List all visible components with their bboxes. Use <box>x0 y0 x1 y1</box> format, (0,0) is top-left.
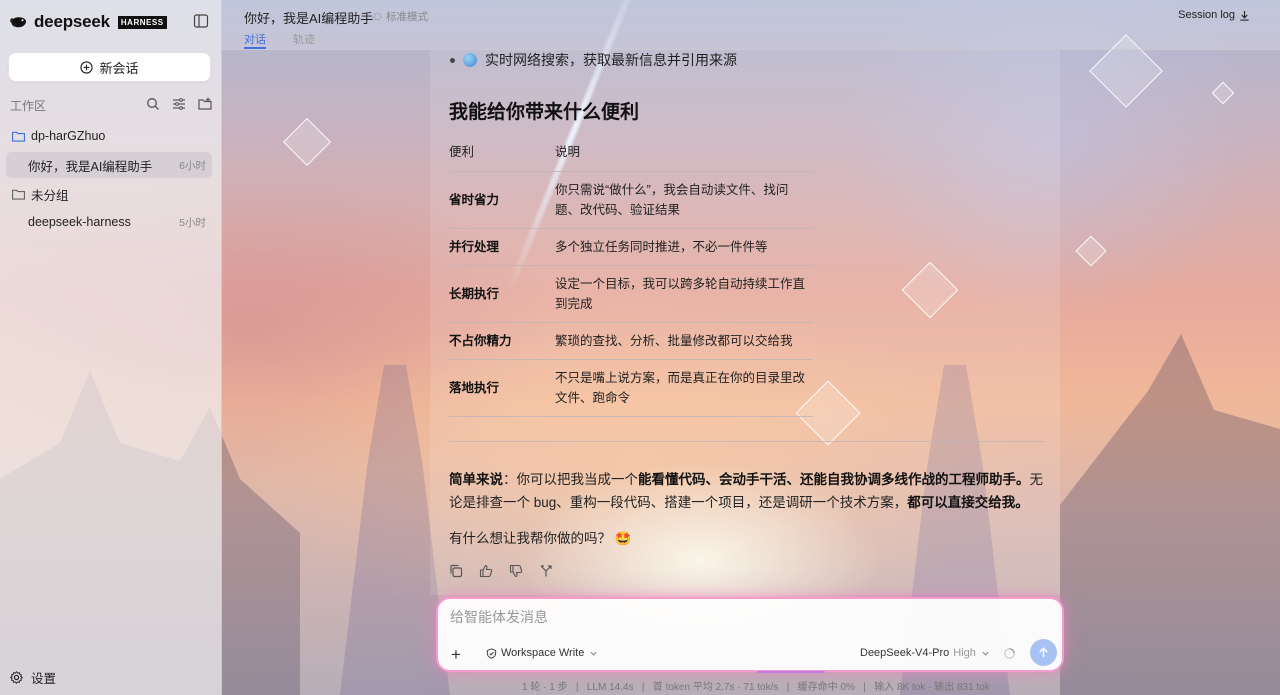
thumbs-down-icon[interactable] <box>509 564 523 578</box>
send-button[interactable] <box>1030 639 1057 666</box>
tree-time: 5小时 <box>179 216 206 229</box>
tree-chat-harness[interactable]: deepseek-harness 5小时 <box>6 209 212 235</box>
tree-folder-project[interactable]: dp-harGZhuo <box>6 123 212 149</box>
divider <box>449 441 1044 442</box>
download-icon <box>1240 10 1249 21</box>
workspace-header: 工作区 <box>10 97 212 113</box>
message-input[interactable] <box>450 609 1010 625</box>
folder-open-icon <box>12 131 25 142</box>
permission-label: Workspace Write <box>501 647 585 659</box>
tree-label: deepseek-harness <box>28 215 131 229</box>
table-cell-desc: 不只是嘴上说方案，而是真正在你的目录里改文件、跑命令 <box>555 359 813 417</box>
tree-label: 未分组 <box>31 188 69 203</box>
composer: + Workspace Write DeepSeek-V4-Pro High <box>436 597 1064 672</box>
branch-icon[interactable] <box>539 564 553 578</box>
status-bar: 1 轮 · 1 步 | LLM 14.4s | 首 token 平均 2.7s … <box>522 682 990 693</box>
search-icon[interactable] <box>146 97 160 111</box>
settings-button[interactable]: 设置 <box>10 668 56 687</box>
bullet-text: 实时网络搜索，获取最新信息并引用来源 <box>485 52 737 68</box>
whale-icon <box>10 17 26 28</box>
folder-icon <box>12 189 25 200</box>
table-row: 不占你精力 繁琐的查找、分析、批量修改都可以交给我 <box>449 322 813 360</box>
sidebar: deepseek HARNESS 新会话 工作区 dp-harGZhuo 你好，… <box>0 0 222 695</box>
tree-label: 你好，我是AI编程助手 <box>28 159 153 174</box>
summary-paragraph: 简单来说：你可以把我当成一个能看懂代码、会动手干活、还能自我协调多线作战的工程师… <box>449 468 1049 514</box>
gear-icon <box>373 12 382 21</box>
table-row: 落地执行 不只是嘴上说方案，而是真正在你的目录里改文件、跑命令 <box>449 359 813 417</box>
gear-icon <box>10 671 23 684</box>
session-log-label: Session log <box>1178 9 1235 21</box>
tab-chat[interactable]: 对话 <box>244 31 266 47</box>
table-row: 省时省力 你只需说“做什么”，我会自动读文件、找问题、改代码、验证结果 <box>449 171 813 229</box>
sidebar-toggle-icon[interactable] <box>193 13 209 29</box>
model-label: DeepSeek-V4-Pro <box>860 647 950 659</box>
progress-indicator <box>757 671 825 673</box>
copy-icon[interactable] <box>449 564 463 578</box>
chevron-down-icon <box>590 651 597 656</box>
table-row: 长期执行 设定一个目标，我可以跨多轮自动持续工作直到完成 <box>449 265 813 323</box>
filter-icon[interactable] <box>172 97 186 111</box>
settings-label: 设置 <box>31 672 57 686</box>
tree-chat-current[interactable]: 你好，我是AI编程助手 6小时 <box>6 152 212 178</box>
capability-bullet: 实时网络搜索，获取最新信息并引用来源 <box>450 50 737 70</box>
tree-folder-ungrouped[interactable]: 未分组 <box>6 181 212 207</box>
table-cell-benefit: 不占你精力 <box>449 322 555 360</box>
table-cell-benefit: 并行处理 <box>449 228 555 266</box>
arrow-up-icon <box>1039 647 1048 658</box>
table-cell-benefit: 长期执行 <box>449 265 555 323</box>
session-log-button[interactable]: Session log <box>1178 9 1250 21</box>
tree-label: dp-harGZhuo <box>31 129 106 143</box>
brand-logo[interactable]: deepseek HARNESS <box>10 12 167 32</box>
table-header-row: 便利 说明 <box>449 134 813 172</box>
mode-badge[interactable]: 标准模式 <box>372 9 428 24</box>
brand-name: deepseek <box>34 12 110 31</box>
model-selector[interactable]: DeepSeek-V4-Pro High <box>860 647 991 659</box>
table-cell-desc: 多个独立任务同时推进，不必一件件等 <box>555 228 813 266</box>
globe-icon <box>463 53 477 67</box>
summary-highlight: 都可以直接交给我。 <box>907 495 1029 510</box>
new-folder-icon[interactable] <box>198 97 212 111</box>
thumbs-up-icon[interactable] <box>479 564 493 578</box>
shield-check-icon <box>486 647 497 659</box>
section-title: 我能给你带来什么便利 <box>449 102 640 123</box>
tree-time: 6小时 <box>179 159 206 172</box>
new-chat-button[interactable]: 新会话 <box>8 52 211 82</box>
reasoning-level: High <box>953 647 976 659</box>
message-actions <box>449 564 553 578</box>
summary-text: ：你可以把我当成一个 <box>503 472 638 487</box>
table-cell-desc: 设定一个目标，我可以跨多轮自动持续工作直到完成 <box>555 265 813 323</box>
table-header: 便利 <box>449 134 555 172</box>
new-chat-label: 新会话 <box>99 60 139 76</box>
table-cell-desc: 繁琐的查找、分析、批量修改都可以交给我 <box>555 322 813 360</box>
table-header: 说明 <box>555 134 813 172</box>
summary-highlight: 能看懂代码、会动手干活、还能自我协调多线作战的工程师助手。 <box>638 472 1030 487</box>
question-text: 有什么想让我帮你做的吗？ <box>449 531 611 546</box>
tab-trace[interactable]: 轨迹 <box>293 31 315 47</box>
loading-spinner-icon <box>1004 648 1015 659</box>
bullet-dot <box>450 57 455 63</box>
closing-question: 有什么想让我帮你做的吗？ 🤩 <box>449 527 632 547</box>
plus-circle-icon <box>80 60 94 74</box>
star-eyes-emoji-icon: 🤩 <box>614 531 632 546</box>
table-row: 并行处理 多个独立任务同时推进，不必一件件等 <box>449 228 813 266</box>
workspace-label: 工作区 <box>10 99 47 113</box>
table-cell-desc: 你只需说“做什么”，我会自动读文件、找问题、改代码、验证结果 <box>555 171 813 229</box>
chat-header: 你好，我是AI编程助手 标准模式 对话 轨迹 Session log <box>222 0 1280 50</box>
table-cell-benefit: 落地执行 <box>449 359 555 417</box>
attach-button[interactable]: + <box>446 645 466 665</box>
permission-selector[interactable]: Workspace Write <box>486 647 599 659</box>
tab-indicator <box>244 47 266 49</box>
chat-title: 你好，我是AI编程助手 <box>244 11 374 26</box>
mode-label: 标准模式 <box>386 11 428 23</box>
brand-tag: HARNESS <box>117 15 167 29</box>
table-cell-benefit: 省时省力 <box>449 171 555 229</box>
benefits-table: 便利 说明 省时省力 你只需说“做什么”，我会自动读文件、找问题、改代码、验证结… <box>449 134 813 417</box>
plus-icon: + <box>451 645 461 664</box>
chevron-down-icon <box>982 651 989 656</box>
summary-lead: 简单来说 <box>449 472 503 487</box>
